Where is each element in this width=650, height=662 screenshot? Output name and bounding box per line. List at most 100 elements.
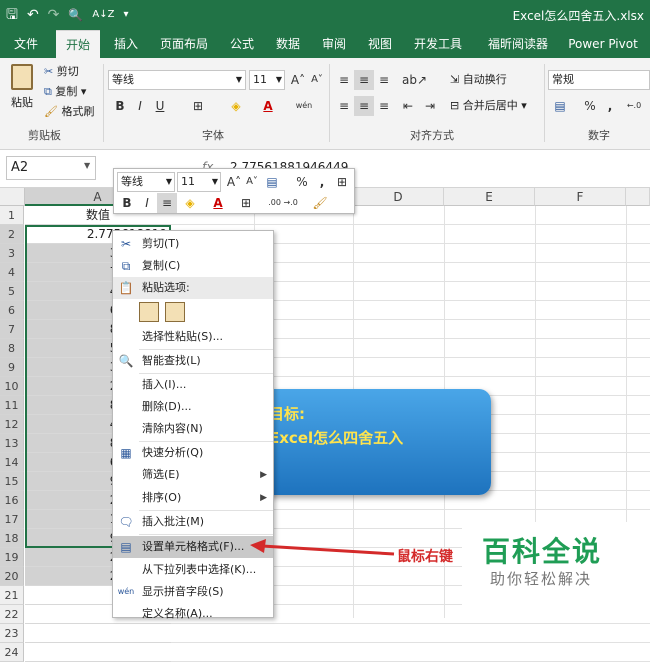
tab-insert[interactable]: 插入	[106, 30, 146, 58]
merge-center-button[interactable]: ⊟ 合并后居中 ▾	[450, 97, 527, 115]
underline-button[interactable]: U	[150, 96, 170, 116]
mini-format-table-icon[interactable]: ⊞	[332, 172, 352, 192]
row-header[interactable]: 13	[0, 434, 24, 453]
row-header[interactable]: 4	[0, 263, 24, 282]
row-header[interactable]: 18	[0, 529, 24, 548]
row-header[interactable]: 19	[0, 548, 24, 567]
paste-format-icon[interactable]	[139, 302, 159, 322]
mini-comma-button[interactable]: ,	[312, 172, 332, 192]
mini-format-painter-icon[interactable]: 🖌	[310, 193, 330, 213]
mini-decimal-buttons[interactable]: .00 →.0	[262, 193, 304, 213]
mini-bold-button[interactable]: B	[117, 193, 137, 213]
print-preview-icon[interactable]: 🔍	[68, 5, 83, 25]
tab-review[interactable]: 审阅	[314, 30, 354, 58]
percent-button[interactable]: %	[580, 96, 600, 116]
borders-icon[interactable]: ⊞	[188, 96, 208, 116]
menu-item-sort[interactable]: 排序(O) ▶	[113, 487, 273, 509]
row-header[interactable]: 9	[0, 358, 24, 377]
menu-item-pick-from-list[interactable]: 从下拉列表中选择(K)...	[113, 559, 273, 581]
row-header[interactable]: 16	[0, 491, 24, 510]
shrink-font-button[interactable]: A˅	[307, 70, 327, 90]
tab-data[interactable]: 数据	[268, 30, 308, 58]
mini-borders-icon[interactable]: ⊞	[236, 193, 256, 213]
menu-item-filter[interactable]: 筛选(E) ▶	[113, 464, 273, 486]
mini-percent-button[interactable]: %	[292, 172, 312, 192]
mini-accounting-icon[interactable]: ▤	[262, 172, 282, 192]
tab-formulas[interactable]: 公式	[222, 30, 262, 58]
tab-file[interactable]: 文件	[4, 30, 48, 58]
fill-color-icon[interactable]: ◈	[226, 96, 246, 116]
row-header[interactable]: 5	[0, 282, 24, 301]
decrease-indent-icon[interactable]: ⇤	[398, 96, 418, 116]
undo-icon[interactable]: ↶	[27, 5, 39, 25]
mini-grow-font-icon[interactable]: A˄	[224, 172, 244, 192]
mini-fill-color-icon[interactable]: ◈	[180, 193, 200, 213]
copy-button[interactable]: ⧉ 复制 ▾	[44, 83, 86, 101]
menu-item-smart-lookup[interactable]: 🔍 智能查找(L)	[113, 350, 273, 372]
menu-item-paste-special[interactable]: 选择性粘贴(S)...	[113, 326, 273, 348]
column-header-f[interactable]: F	[535, 188, 626, 206]
row-header[interactable]: 8	[0, 339, 24, 358]
name-box-dropdown-icon[interactable]: ▼	[84, 161, 90, 170]
sort-icon[interactable]: A↓Z	[92, 5, 114, 25]
row-header[interactable]: 11	[0, 396, 24, 415]
row-header[interactable]: 6	[0, 301, 24, 320]
align-center-icon[interactable]: ≡	[354, 96, 374, 116]
mini-size-combo[interactable]: 11 ▼	[177, 172, 221, 192]
menu-item-define-name[interactable]: 定义名称(A)...	[113, 603, 273, 625]
align-left-icon[interactable]: ≡	[334, 96, 354, 116]
align-bottom-icon[interactable]: ≡	[374, 70, 394, 90]
cell-a[interactable]	[25, 643, 171, 662]
tab-home[interactable]: 开始	[56, 30, 100, 58]
menu-item-insert[interactable]: 插入(I)...	[113, 374, 273, 396]
paste-values-icon[interactable]	[165, 302, 185, 322]
tab-view[interactable]: 视图	[360, 30, 400, 58]
accounting-format-icon[interactable]: ▤	[550, 96, 570, 116]
row-header[interactable]: 15	[0, 472, 24, 491]
row-header[interactable]: 7	[0, 320, 24, 339]
increase-indent-icon[interactable]: ⇥	[420, 96, 440, 116]
format-painter-button[interactable]: 🖌 格式刷	[44, 103, 94, 121]
grow-font-button[interactable]: A˄	[288, 70, 308, 90]
align-top-icon[interactable]: ≡	[334, 70, 354, 90]
row-header[interactable]: 1	[0, 206, 24, 225]
mini-shrink-font-icon[interactable]: A˅	[242, 172, 262, 192]
comma-button[interactable]: ,	[600, 96, 620, 116]
menu-item-cut[interactable]: ✂ 剪切(T)	[113, 233, 273, 255]
row-header[interactable]: 22	[0, 605, 24, 624]
row-header[interactable]: 3	[0, 244, 24, 263]
italic-button[interactable]: I	[130, 96, 150, 116]
wrap-text-button[interactable]: ⇲ 自动换行	[450, 71, 507, 89]
cut-button[interactable]: ✂ 剪切	[44, 63, 79, 81]
mini-font-combo[interactable]: 等线 ▼	[117, 172, 175, 192]
name-box[interactable]: A2	[6, 156, 96, 180]
cell-a[interactable]	[25, 624, 171, 643]
customize-qat-icon[interactable]: ▾	[123, 5, 128, 25]
redo-icon[interactable]: ↷	[48, 5, 60, 25]
font-size-combo[interactable]: 11 ▼	[249, 70, 285, 90]
align-middle-icon[interactable]: ≡	[354, 70, 374, 90]
menu-item-copy[interactable]: ⧉ 复制(C)	[113, 255, 273, 277]
menu-item-quick-analysis[interactable]: ▦ 快速分析(Q)	[113, 442, 273, 464]
mini-font-color-icon[interactable]: A	[208, 193, 228, 213]
column-header-e[interactable]: E	[444, 188, 535, 206]
row-header[interactable]: 14	[0, 453, 24, 472]
menu-item-phonetic[interactable]: wén 显示拼音字段(S)	[113, 581, 273, 603]
row-header[interactable]: 12	[0, 415, 24, 434]
tab-page-layout[interactable]: 页面布局	[152, 30, 216, 58]
row-header[interactable]: 24	[0, 643, 24, 662]
tab-foxit-reader[interactable]: 福昕阅读器	[478, 30, 558, 58]
menu-item-insert-comment[interactable]: 🗨 插入批注(M)	[113, 511, 273, 533]
menu-item-clear[interactable]: 清除内容(N)	[113, 418, 273, 440]
row-header[interactable]: 23	[0, 624, 24, 643]
row-header[interactable]: 10	[0, 377, 24, 396]
mini-center-icon[interactable]: ≡	[157, 193, 177, 213]
font-name-combo[interactable]: 等线 ▼	[108, 70, 246, 90]
row-header[interactable]: 17	[0, 510, 24, 529]
mini-italic-button[interactable]: I	[137, 193, 157, 213]
align-right-icon[interactable]: ≡	[374, 96, 394, 116]
paste-button[interactable]: 粘贴	[8, 64, 36, 120]
select-all-corner[interactable]	[0, 188, 25, 206]
tab-developer[interactable]: 开发工具	[406, 30, 470, 58]
column-header-g[interactable]	[626, 188, 650, 206]
